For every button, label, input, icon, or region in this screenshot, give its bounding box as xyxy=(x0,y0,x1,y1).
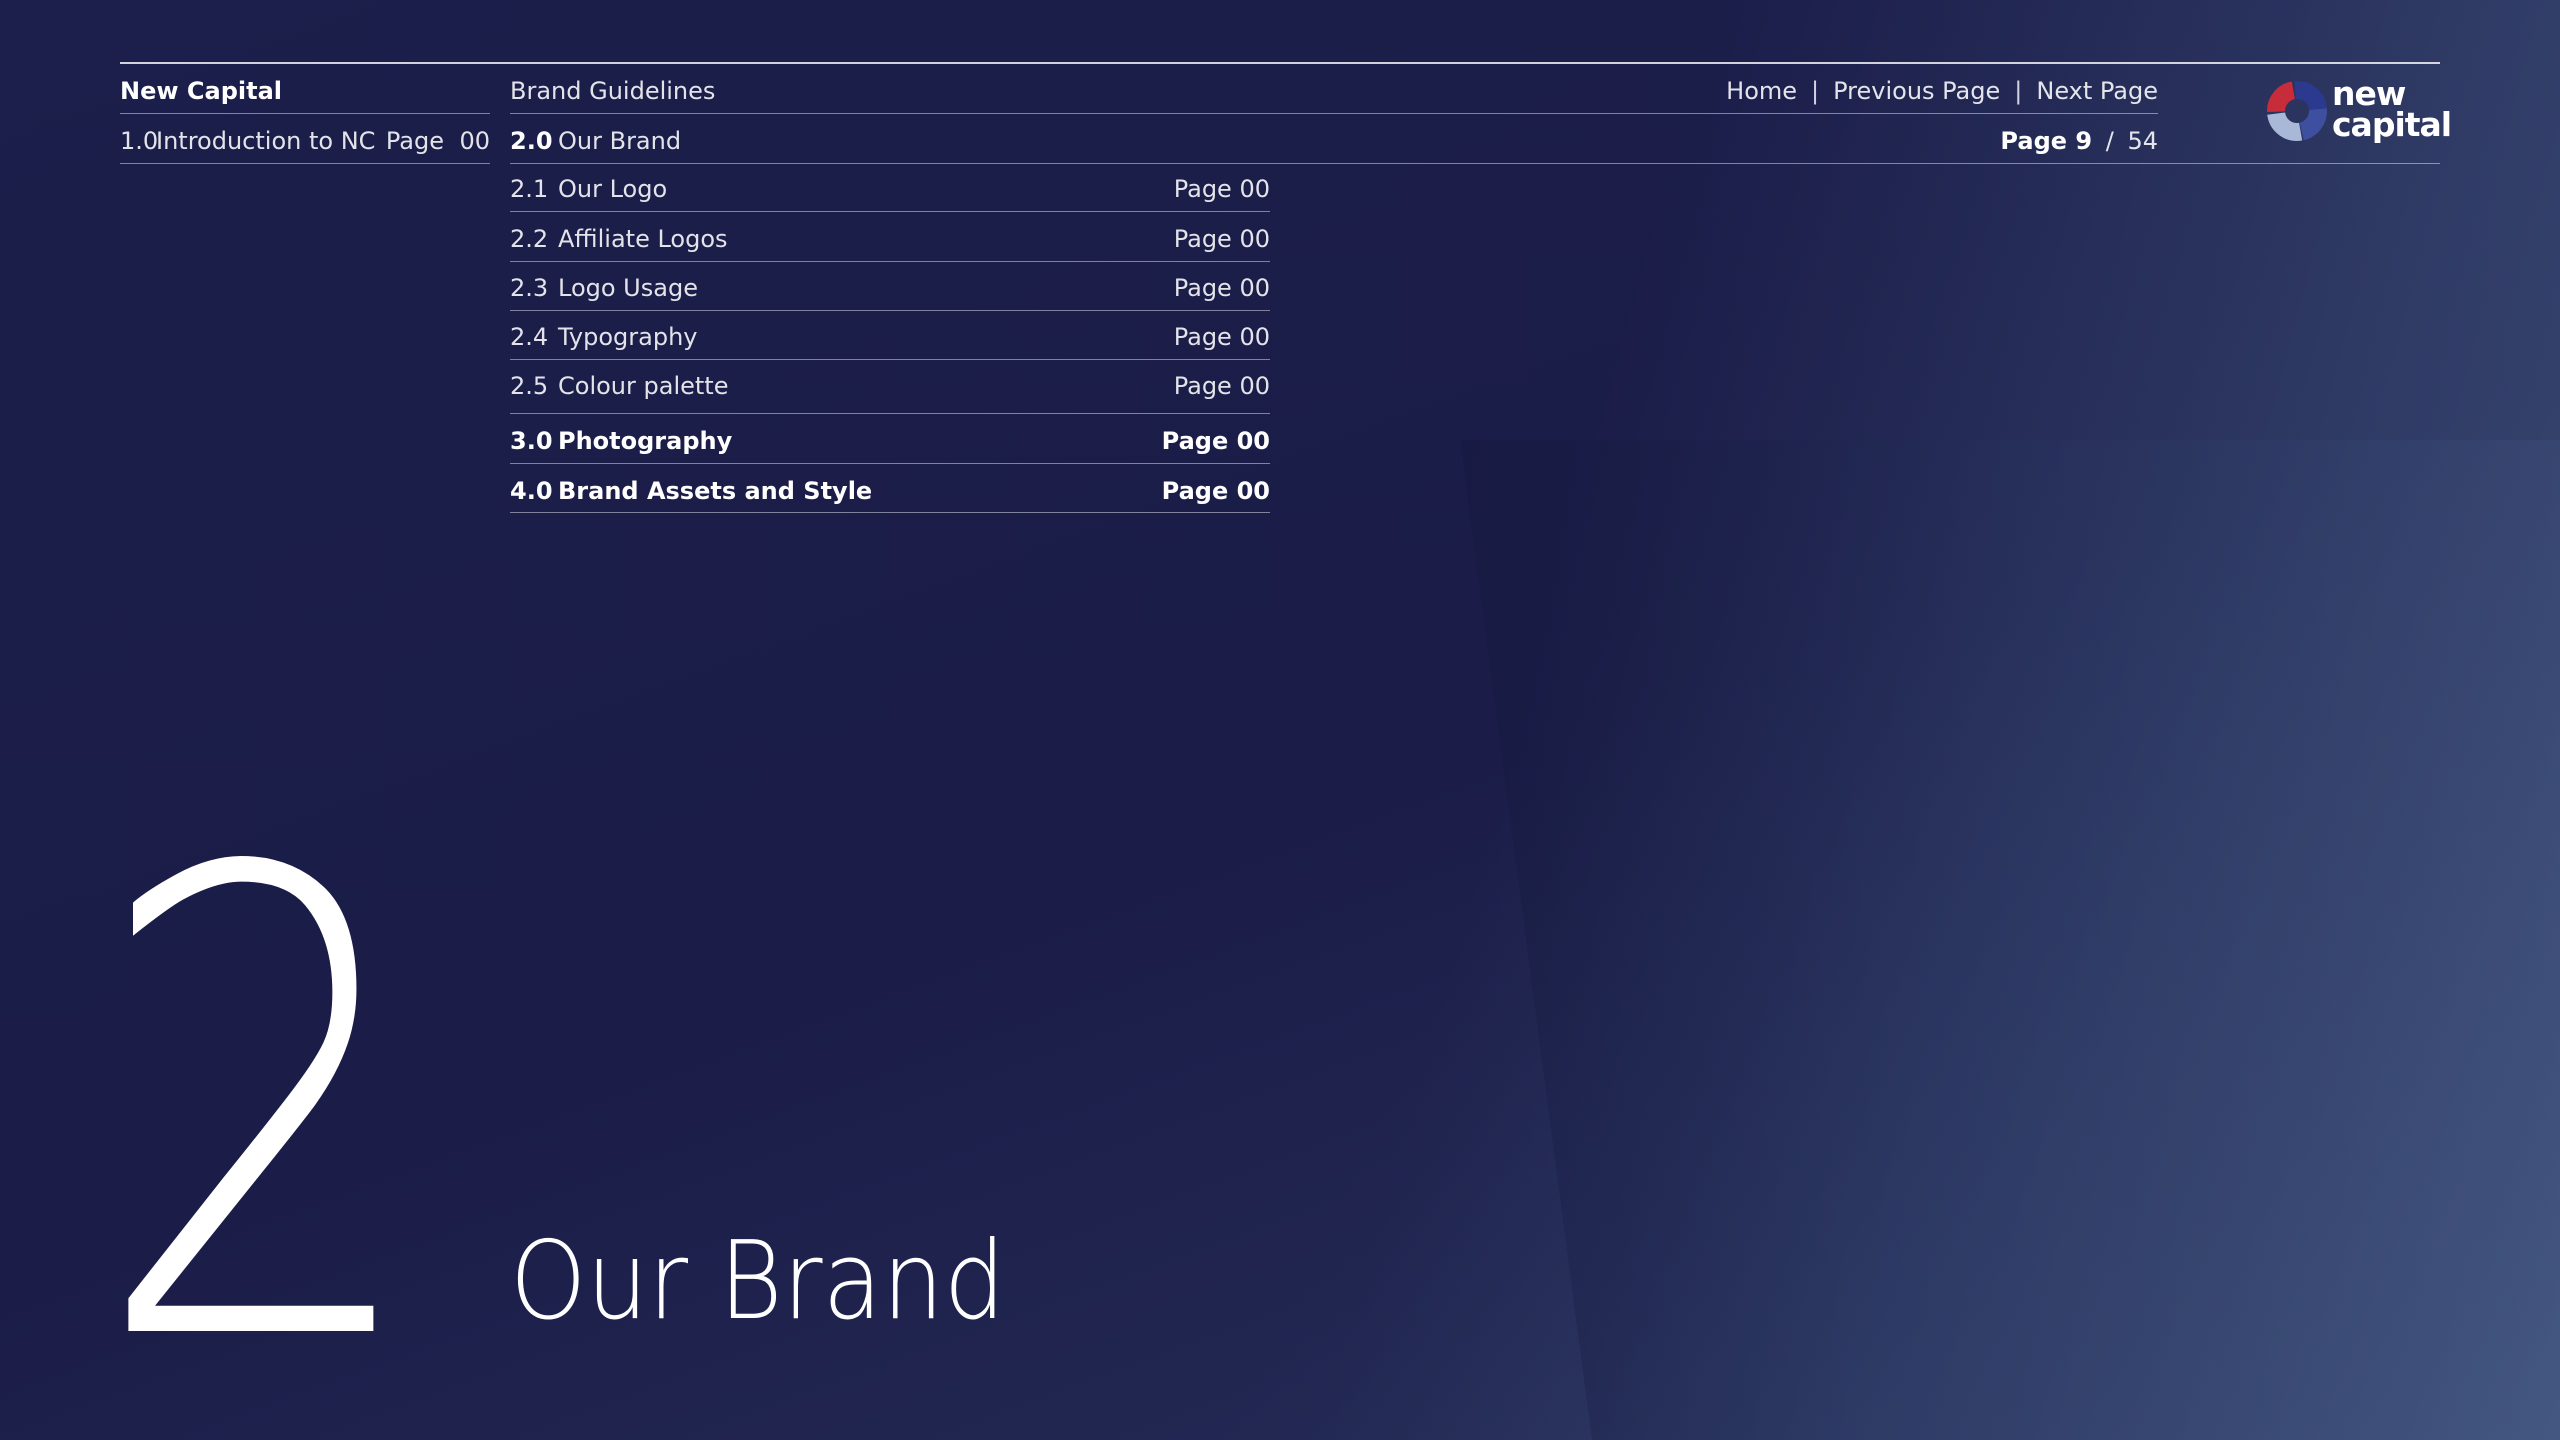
toc-divider xyxy=(510,463,1270,464)
toc-item-page: Page 00 xyxy=(1173,274,1270,302)
logo-mark-icon xyxy=(2267,80,2327,141)
toc-divider xyxy=(510,211,1270,212)
sidebar-item-introduction[interactable]: 1.0 Introduction to NC Page 00 xyxy=(120,126,490,156)
sidebar-item-page-label: Page xyxy=(385,127,444,155)
page-current: Page 9 xyxy=(2000,127,2093,155)
toc-item-page: Page 00 xyxy=(1173,175,1270,203)
toc-item-number: 2.3 xyxy=(510,274,549,302)
sidebar-item-label: Introduction to NC xyxy=(156,127,376,155)
sidebar-item-number: 1.0 xyxy=(120,127,159,155)
logo-word-capital: capital xyxy=(2332,105,2452,144)
toc-item-page: Page 00 xyxy=(1161,427,1270,455)
page-total: 54 xyxy=(2127,127,2158,155)
toc-item-number: 2.5 xyxy=(510,372,549,400)
header-divider xyxy=(510,113,2158,114)
toc-item-number: 4.0 xyxy=(510,477,553,505)
subheader-divider xyxy=(510,163,2440,164)
nav-separator: | xyxy=(2014,77,2023,105)
toc-item-colour-palette[interactable]: 2.5 Colour palette Page 00 xyxy=(510,371,1270,401)
toc-divider xyxy=(510,413,1270,414)
header-divider xyxy=(120,113,490,114)
subheader-divider xyxy=(120,163,490,164)
toc-item-number: 2.4 xyxy=(510,323,549,351)
toc-item-number: 3.0 xyxy=(510,427,553,455)
logo-wordmark: new capital xyxy=(2332,77,2452,144)
toc-item-page: Page 00 xyxy=(1173,225,1270,253)
document-title: Brand Guidelines xyxy=(510,77,716,105)
toc-divider xyxy=(510,261,1270,262)
toc-item-label: Photography xyxy=(558,427,733,455)
top-nav: Home | Previous Page | Next Page xyxy=(1726,76,2158,106)
section-title: Our Brand xyxy=(510,1219,1006,1344)
current-section-label: Our Brand xyxy=(558,127,682,155)
toc-item-label: Colour palette xyxy=(558,372,729,400)
toc-item-logo-usage[interactable]: 2.3 Logo Usage Page 00 xyxy=(510,273,1270,303)
toc-item-label: Typography xyxy=(558,323,698,351)
toc-item-label: Brand Assets and Style xyxy=(558,477,873,505)
company-name: New Capital xyxy=(120,77,282,105)
nav-next-page-link[interactable]: Next Page xyxy=(2036,77,2158,105)
page-indicator: Page 9 / 54 xyxy=(2000,126,2158,156)
current-section-number: 2.0 xyxy=(510,127,553,155)
toc-item-page: Page 00 xyxy=(1173,323,1270,351)
toc-item-number: 2.1 xyxy=(510,175,549,203)
section-number: 2 xyxy=(92,737,426,1440)
toc-item-label: Logo Usage xyxy=(558,274,698,302)
toc-item-label: Our Logo xyxy=(558,175,668,203)
toc-divider xyxy=(510,359,1270,360)
toc-item-page: Page 00 xyxy=(1161,477,1270,505)
toc-item-our-logo[interactable]: 2.1 Our Logo Page 00 xyxy=(510,174,1270,204)
page-separator: / xyxy=(2105,127,2114,155)
nav-separator: | xyxy=(1811,77,1820,105)
background-fold xyxy=(1460,440,2560,1440)
sidebar-item-page: 00 xyxy=(459,127,490,155)
toc-item-page: Page 00 xyxy=(1173,372,1270,400)
toc-item-number: 2.2 xyxy=(510,225,549,253)
toc-item-photography[interactable]: 3.0 Photography Page 00 xyxy=(510,426,1270,456)
toc-item-typography[interactable]: 2.4 Typography Page 00 xyxy=(510,322,1270,352)
toc-divider xyxy=(510,310,1270,311)
toc-divider xyxy=(510,512,1270,513)
nav-home-link[interactable]: Home xyxy=(1726,77,1797,105)
nav-previous-page-link[interactable]: Previous Page xyxy=(1833,77,2000,105)
toc-item-affiliate-logos[interactable]: 2.2 Affiliate Logos Page 00 xyxy=(510,224,1270,254)
toc-item-brand-assets[interactable]: 4.0 Brand Assets and Style Page 00 xyxy=(510,476,1270,506)
top-rule xyxy=(120,62,2440,64)
toc-item-label: Affiliate Logos xyxy=(558,225,728,253)
new-capital-logo[interactable]: new capital xyxy=(2266,77,2452,146)
